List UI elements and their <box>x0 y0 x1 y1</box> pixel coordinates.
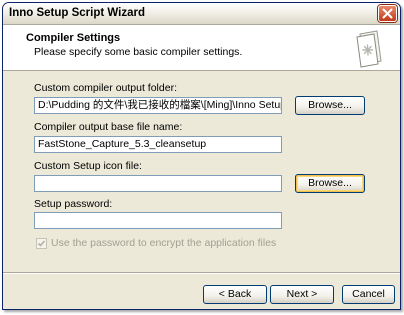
wizard-document-icon <box>356 30 382 68</box>
close-button[interactable] <box>378 5 397 22</box>
output-basename-input[interactable]: FastStone_Capture_5.3_cleansetup <box>34 136 282 153</box>
browse-output-folder-button[interactable]: Browse... <box>295 96 365 115</box>
output-folder-label: Custom compiler output folder: <box>34 82 177 94</box>
browse-icon-file-button[interactable]: Browse... <box>295 174 365 193</box>
next-button-label: Next > <box>286 288 318 300</box>
next-button[interactable]: Next > <box>270 285 334 304</box>
page-header: Compiler Settings Please specify some ba… <box>3 25 400 71</box>
page-subtitle: Please specify some basic compiler setti… <box>34 46 243 58</box>
cancel-button[interactable]: Cancel <box>342 285 395 304</box>
browse-icon-file-button-label: Browse... <box>308 177 352 189</box>
back-button-label: < Back <box>218 288 252 300</box>
wizard-window: Inno Setup Script Wizard Compiler Settin… <box>2 2 401 310</box>
button-bar: < Back Next > Cancel <box>3 274 400 309</box>
back-button[interactable]: < Back <box>203 285 267 304</box>
close-icon <box>382 8 393 19</box>
encrypt-option: Use the password to encrypt the applicat… <box>36 237 276 249</box>
checkmark-icon <box>37 239 46 247</box>
output-basename-label: Compiler output base file name: <box>34 121 183 133</box>
icon-file-label: Custom Setup icon file: <box>34 160 142 172</box>
password-label: Setup password: <box>34 198 113 210</box>
encrypt-checkbox[interactable] <box>36 237 47 249</box>
password-input[interactable] <box>34 212 282 229</box>
browse-output-folder-button-label: Browse... <box>308 99 352 111</box>
icon-file-input[interactable] <box>34 175 282 192</box>
cancel-button-label: Cancel <box>352 288 385 300</box>
title-bar[interactable]: Inno Setup Script Wizard <box>3 3 400 25</box>
window-title: Inno Setup Script Wizard <box>9 7 145 19</box>
output-folder-input[interactable]: D:\Pudding 的文件\我已接收的檔案\[Ming]\Inno Setup… <box>34 97 282 114</box>
page-title: Compiler Settings <box>26 32 121 44</box>
encrypt-label: Use the password to encrypt the applicat… <box>51 237 277 249</box>
